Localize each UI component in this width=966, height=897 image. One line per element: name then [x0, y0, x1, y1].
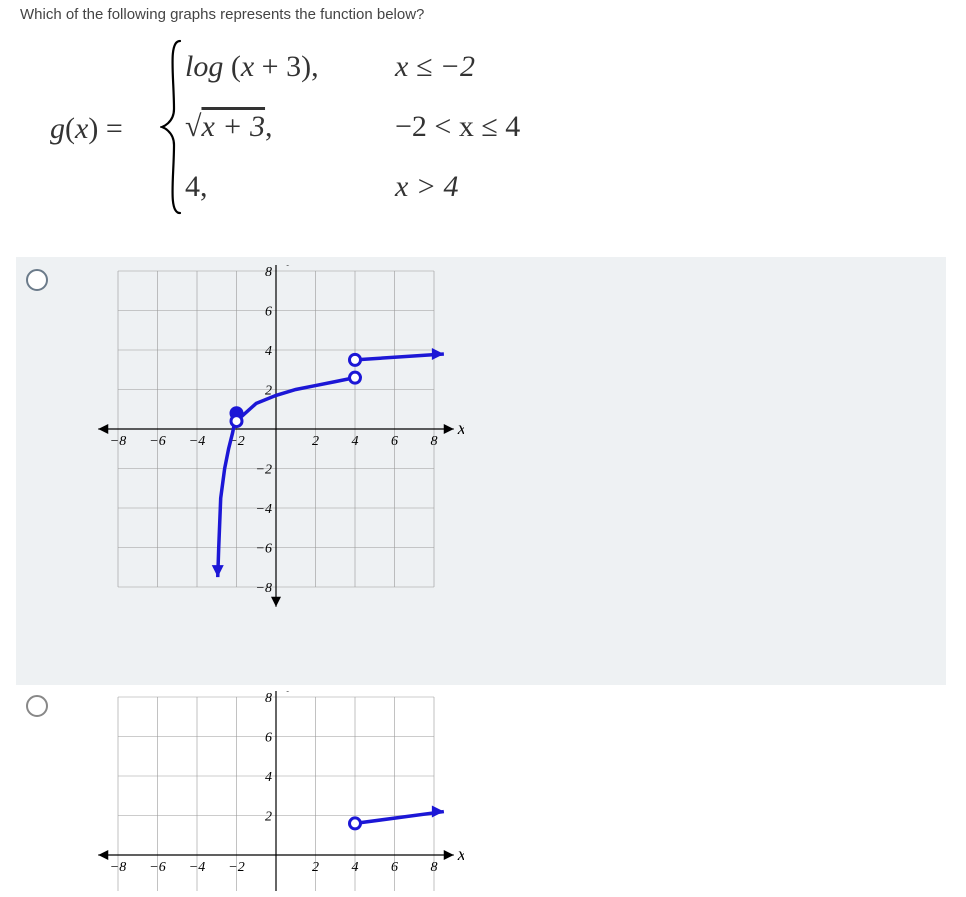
svg-text:−2: −2 — [256, 463, 272, 478]
svg-text:−6: −6 — [149, 860, 165, 875]
svg-text:8: 8 — [431, 434, 438, 449]
svg-text:−4: −4 — [189, 434, 205, 449]
svg-text:4: 4 — [352, 434, 359, 449]
svg-text:2: 2 — [312, 434, 319, 449]
piece-2: √x + 3, −2 < x ≤ 4 — [185, 97, 520, 157]
radio-icon[interactable] — [26, 695, 48, 717]
svg-text:−2: −2 — [228, 860, 244, 875]
svg-text:−8: −8 — [110, 860, 126, 875]
svg-text:6: 6 — [391, 860, 398, 875]
piece-3: 4, x > 4 — [185, 157, 520, 217]
svg-text:x: x — [457, 844, 464, 864]
svg-text:6: 6 — [265, 731, 272, 746]
svg-text:8: 8 — [265, 265, 272, 280]
svg-text:−8: −8 — [110, 434, 126, 449]
radio-icon[interactable] — [26, 269, 48, 291]
option-2[interactable]: xy−8−6−4−224682468 — [20, 685, 946, 897]
svg-text:−6: −6 — [256, 542, 272, 557]
svg-text:2: 2 — [312, 860, 319, 875]
svg-text:4: 4 — [352, 860, 359, 875]
svg-text:8: 8 — [265, 691, 272, 706]
brace-icon — [160, 37, 184, 217]
svg-text:−4: −4 — [189, 860, 205, 875]
svg-text:8: 8 — [431, 860, 438, 875]
svg-text:4: 4 — [265, 344, 272, 359]
svg-text:x: x — [457, 418, 464, 438]
svg-text:−8: −8 — [256, 581, 272, 596]
svg-text:2: 2 — [265, 810, 272, 825]
svg-text:4: 4 — [265, 770, 272, 785]
piecewise-function: g(x) = log (x + 3), x ≤ −2 √x + 3, −2 < … — [50, 37, 946, 227]
piece-1: log (x + 3), x ≤ −2 — [185, 37, 520, 97]
svg-text:6: 6 — [265, 305, 272, 320]
question-text: Which of the following graphs represents… — [20, 6, 946, 23]
graph-1: xy−8−6−4−22468−8−6−4−22468 — [64, 265, 464, 625]
graph-2: xy−8−6−4−224682468 — [64, 691, 464, 891]
option-1[interactable]: xy−8−6−4−22468−8−6−4−22468 — [16, 257, 946, 685]
svg-text:−6: −6 — [149, 434, 165, 449]
svg-text:−4: −4 — [256, 502, 272, 517]
svg-text:6: 6 — [391, 434, 398, 449]
